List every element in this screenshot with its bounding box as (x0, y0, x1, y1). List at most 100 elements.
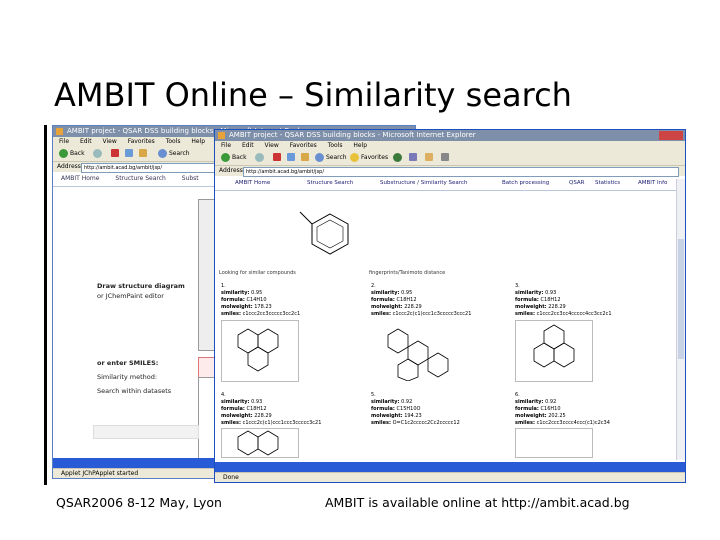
nav-structure-search[interactable]: Structure Search (115, 175, 165, 182)
result-6: 6. similarity: 0.92 formula: C16H10 molw… (515, 392, 610, 427)
smiles-label: smiles: (371, 420, 391, 426)
stop-icon[interactable] (111, 149, 119, 157)
similarity-value: 0.95 (251, 290, 263, 296)
history-icon[interactable] (409, 153, 417, 161)
back-button[interactable]: Back (232, 153, 247, 162)
similarity-value: 0.93 (251, 399, 263, 405)
benzophenanthrene-diagram (237, 430, 279, 456)
front-toolbar: Back Search Favorites (215, 151, 685, 166)
smiles-value: c1ccc2cc3ccccc3cc2c1 (242, 311, 301, 317)
menu-file[interactable]: File (59, 138, 69, 145)
media-icon[interactable] (393, 153, 402, 162)
formula-label: formula: (515, 406, 539, 412)
tetracene-diagram (533, 324, 575, 368)
similarity-label: similarity: (371, 399, 400, 405)
front-addressbar: Address http://ambit.acad.bg/ambit/jsp/ (215, 166, 685, 177)
ie-icon (56, 128, 63, 135)
footer-left: QSAR2006 8-12 May, Lyon (56, 495, 222, 510)
menu-view[interactable]: View (265, 142, 279, 149)
menu-edit[interactable]: Edit (242, 142, 254, 149)
result-number: 6. (515, 392, 520, 398)
menu-edit[interactable]: Edit (80, 138, 92, 145)
result-6-structure[interactable] (515, 428, 593, 458)
search-button[interactable]: Search (326, 153, 347, 162)
search-icon[interactable] (158, 149, 167, 158)
menu-file[interactable]: File (221, 142, 231, 149)
nav-batch-processing[interactable]: Batch processing (502, 180, 549, 186)
refresh-icon[interactable] (287, 153, 295, 161)
smiles-label: smiles: (371, 311, 391, 317)
vertical-scrollbar[interactable] (676, 179, 685, 460)
stop-icon[interactable] (273, 153, 281, 161)
menu-help[interactable]: Help (191, 138, 205, 145)
result-number: 3. (515, 283, 520, 289)
smiles-label: smiles: (515, 311, 535, 317)
nav-ambit-info[interactable]: AMBIT Info (638, 180, 667, 186)
nav-statistics[interactable]: Statistics (595, 180, 620, 186)
result-2: 2. similarity: 0.95 formula: C18H12 molw… (371, 283, 471, 318)
result-3-structure[interactable] (515, 320, 593, 382)
back-arrow-icon[interactable] (221, 153, 230, 162)
formula-value: C18H12 (396, 297, 417, 303)
similarity-value: 0.92 (545, 399, 557, 405)
menu-favorites[interactable]: Favorites (290, 142, 317, 149)
result-1-structure[interactable] (221, 320, 299, 382)
menu-view[interactable]: View (103, 138, 117, 145)
nav-ambit-home[interactable]: AMBIT Home (235, 180, 270, 186)
refresh-icon[interactable] (125, 149, 133, 157)
menu-tools[interactable]: Tools (328, 142, 343, 149)
result-4: 4. similarity: 0.93 formula: C18H12 molw… (221, 392, 321, 427)
results-header-right: fingerprints/Tanimoto distance (369, 270, 446, 276)
forward-arrow-icon[interactable] (93, 149, 102, 158)
molweight-label: molweight: (371, 413, 403, 419)
smiles-label: smiles: (221, 420, 241, 426)
nav-qsar[interactable]: QSAR (569, 180, 585, 186)
molweight-label: molweight: (221, 413, 253, 419)
smiles-label: smiles: (221, 311, 241, 317)
similarity-label: similarity: (515, 290, 544, 296)
front-browser-window[interactable]: AMBIT project - QSAR DSS building blocks… (214, 129, 686, 483)
nav-structure-search[interactable]: Structure Search (307, 180, 353, 186)
chrysene-diagram (387, 328, 449, 382)
formula-label: formula: (371, 406, 395, 412)
star-icon[interactable] (350, 153, 359, 162)
smiles-value: O=C1c2ccccc2Cc2ccccc12 (392, 420, 460, 426)
formula-value: C15H10O (396, 406, 421, 412)
mail-icon[interactable] (425, 153, 433, 161)
nav-subst[interactable]: Subst (182, 175, 199, 182)
jchempaint-link[interactable]: or JChemPaint editor (97, 292, 164, 300)
search-icon[interactable] (315, 153, 324, 162)
back-button[interactable]: Back (70, 149, 85, 158)
formula-value: C16H10 (540, 406, 561, 412)
formula-label: formula: (371, 297, 395, 303)
home-icon[interactable] (301, 153, 309, 161)
forward-arrow-icon[interactable] (255, 153, 264, 162)
search-button[interactable]: Search (169, 149, 190, 158)
result-2-structure[interactable] (371, 320, 453, 382)
molweight-value: 178.23 (254, 304, 272, 310)
result-4-structure[interactable] (221, 428, 299, 458)
front-titlebar[interactable]: AMBIT project - QSAR DSS building blocks… (215, 130, 685, 141)
back-arrow-icon[interactable] (59, 149, 68, 158)
formula-label: formula: (221, 406, 245, 412)
similarity-value: 0.93 (545, 290, 557, 296)
ie-icon (218, 132, 225, 139)
home-icon[interactable] (139, 149, 147, 157)
formula-label: formula: (515, 297, 539, 303)
query-structure (299, 211, 349, 255)
front-taskbar (215, 462, 685, 472)
molweight-label: molweight: (515, 304, 547, 310)
scroll-thumb[interactable] (678, 239, 684, 359)
address-label: Address (57, 163, 81, 170)
menu-help[interactable]: Help (353, 142, 367, 149)
datasets-label: Search within datasets (97, 387, 172, 395)
menu-tools[interactable]: Tools (166, 138, 181, 145)
result-number: 4. (221, 392, 226, 398)
favorites-button[interactable]: Favorites (361, 153, 388, 162)
nav-substructure-similarity[interactable]: Substructure / Similarity Search (380, 180, 467, 186)
close-icon[interactable] (659, 131, 683, 140)
molweight-label: molweight: (221, 304, 253, 310)
print-icon[interactable] (441, 153, 449, 161)
nav-ambit-home[interactable]: AMBIT Home (61, 175, 99, 182)
menu-favorites[interactable]: Favorites (128, 138, 155, 145)
